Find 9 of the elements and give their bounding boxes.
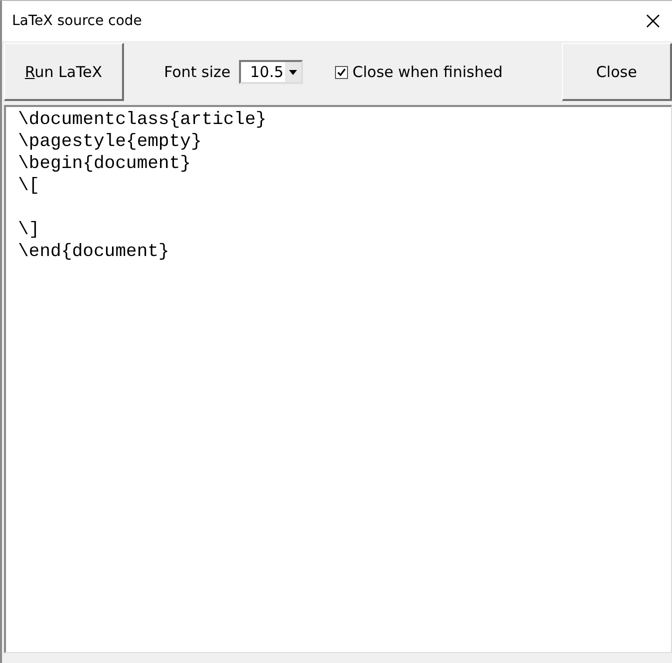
close-button[interactable]: Close <box>562 43 672 101</box>
close-when-finished-label: Close when finished <box>352 63 503 81</box>
run-latex-button[interactable]: Run LaTeX <box>4 43 124 101</box>
source-editor[interactable]: \documentclass{article} \pagestyle{empty} \begin{document} \[ \] \end{document} <box>4 105 672 653</box>
font-size-label: Font size <box>164 63 231 81</box>
close-when-finished-checkbox[interactable] <box>334 66 348 78</box>
window-title: LaTeX source code <box>12 13 142 29</box>
font-size-dropdown[interactable]: 10.5 <box>238 60 303 84</box>
close-icon[interactable] <box>646 14 660 28</box>
